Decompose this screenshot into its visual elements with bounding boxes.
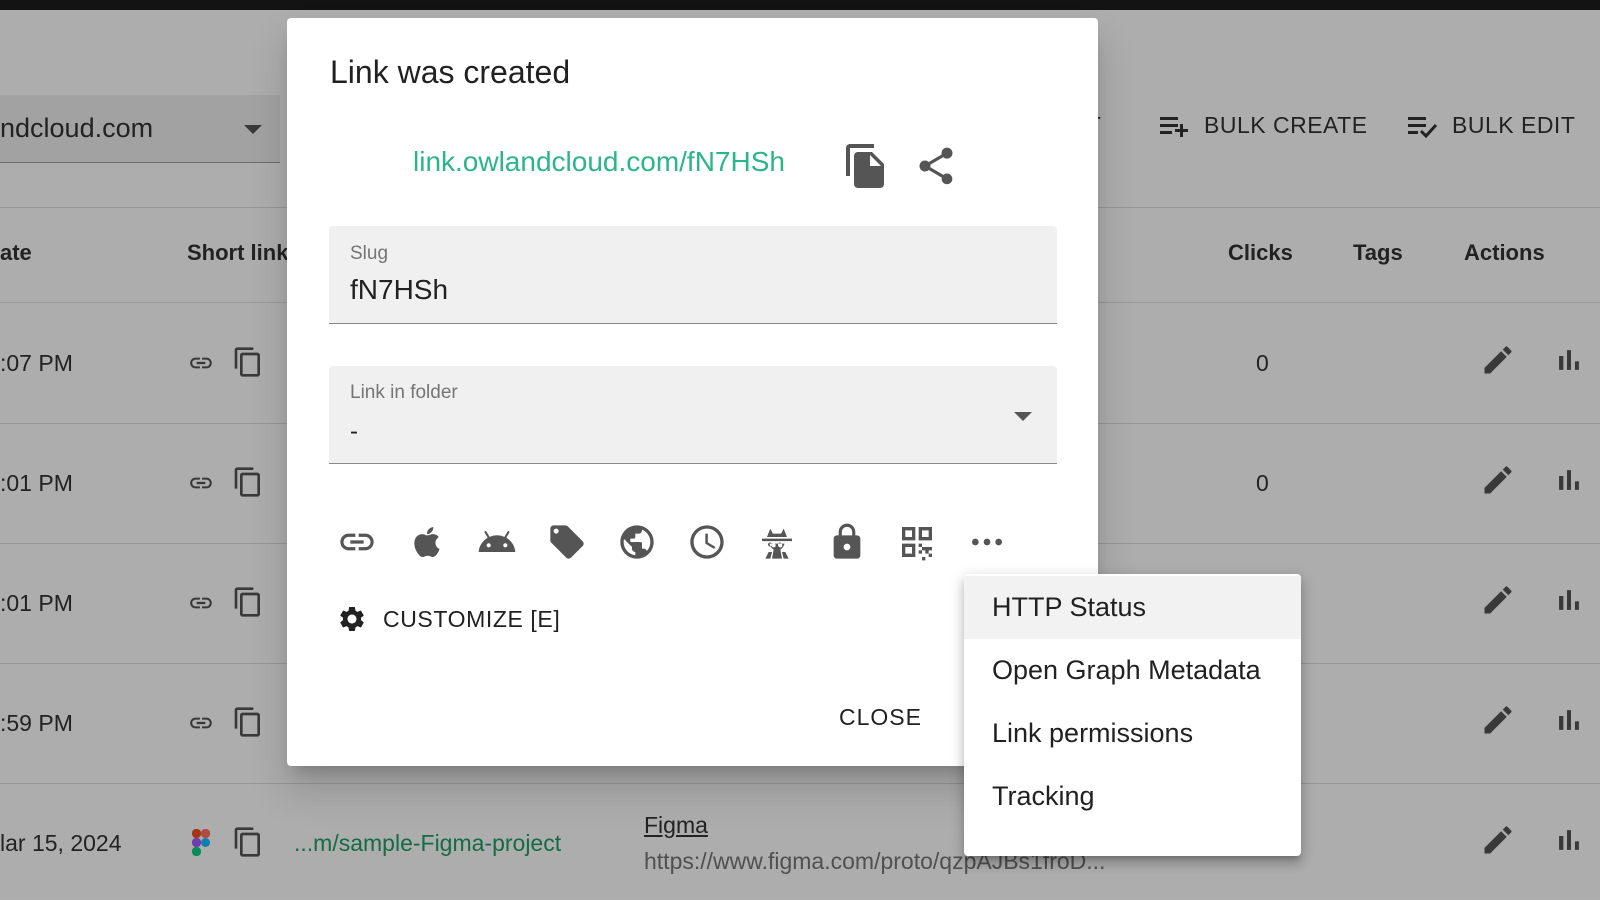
copy-icon[interactable] <box>842 142 890 190</box>
customize-button[interactable]: CUSTOMIZE [E] <box>337 604 560 634</box>
link-options-toolbar <box>329 514 1029 570</box>
menu-item-link-permissions[interactable]: Link permissions <box>964 702 1301 765</box>
slug-value[interactable]: fN7HSh <box>350 274 448 306</box>
folder-label: Link in folder <box>350 382 458 403</box>
share-icon[interactable] <box>914 144 958 188</box>
slug-field[interactable]: Slug fN7HSh <box>329 226 1057 324</box>
more-options-menu: HTTP Status Open Graph Metadata Link per… <box>964 574 1301 856</box>
android-icon[interactable] <box>469 514 525 570</box>
dialog-title: Link was created <box>330 54 571 90</box>
gear-icon <box>340 607 364 631</box>
customize-label: CUSTOMIZE [E] <box>383 605 561 632</box>
slug-label: Slug <box>350 243 389 264</box>
qr-code-icon[interactable] <box>889 514 945 570</box>
chevron-down-icon[interactable] <box>1014 412 1032 421</box>
more-icon[interactable] <box>959 514 1015 570</box>
folder-select[interactable]: Link in folder - <box>329 366 1057 464</box>
spy-icon[interactable] <box>749 514 805 570</box>
globe-icon[interactable] <box>609 514 665 570</box>
close-button[interactable]: CLOSE <box>839 704 922 731</box>
menu-item-tracking[interactable]: Tracking <box>964 765 1301 828</box>
apple-icon[interactable] <box>399 514 455 570</box>
tag-icon[interactable] <box>539 514 595 570</box>
menu-item-open-graph-metadata[interactable]: Open Graph Metadata <box>964 639 1301 702</box>
lock-icon[interactable] <box>819 514 875 570</box>
clock-icon[interactable] <box>679 514 735 570</box>
folder-value: - <box>350 418 358 445</box>
menu-item-http-status[interactable]: HTTP Status <box>964 576 1301 639</box>
link-icon[interactable] <box>329 514 385 570</box>
short-link-url[interactable]: link.owlandcloud.com/fN7HSh <box>413 146 785 178</box>
